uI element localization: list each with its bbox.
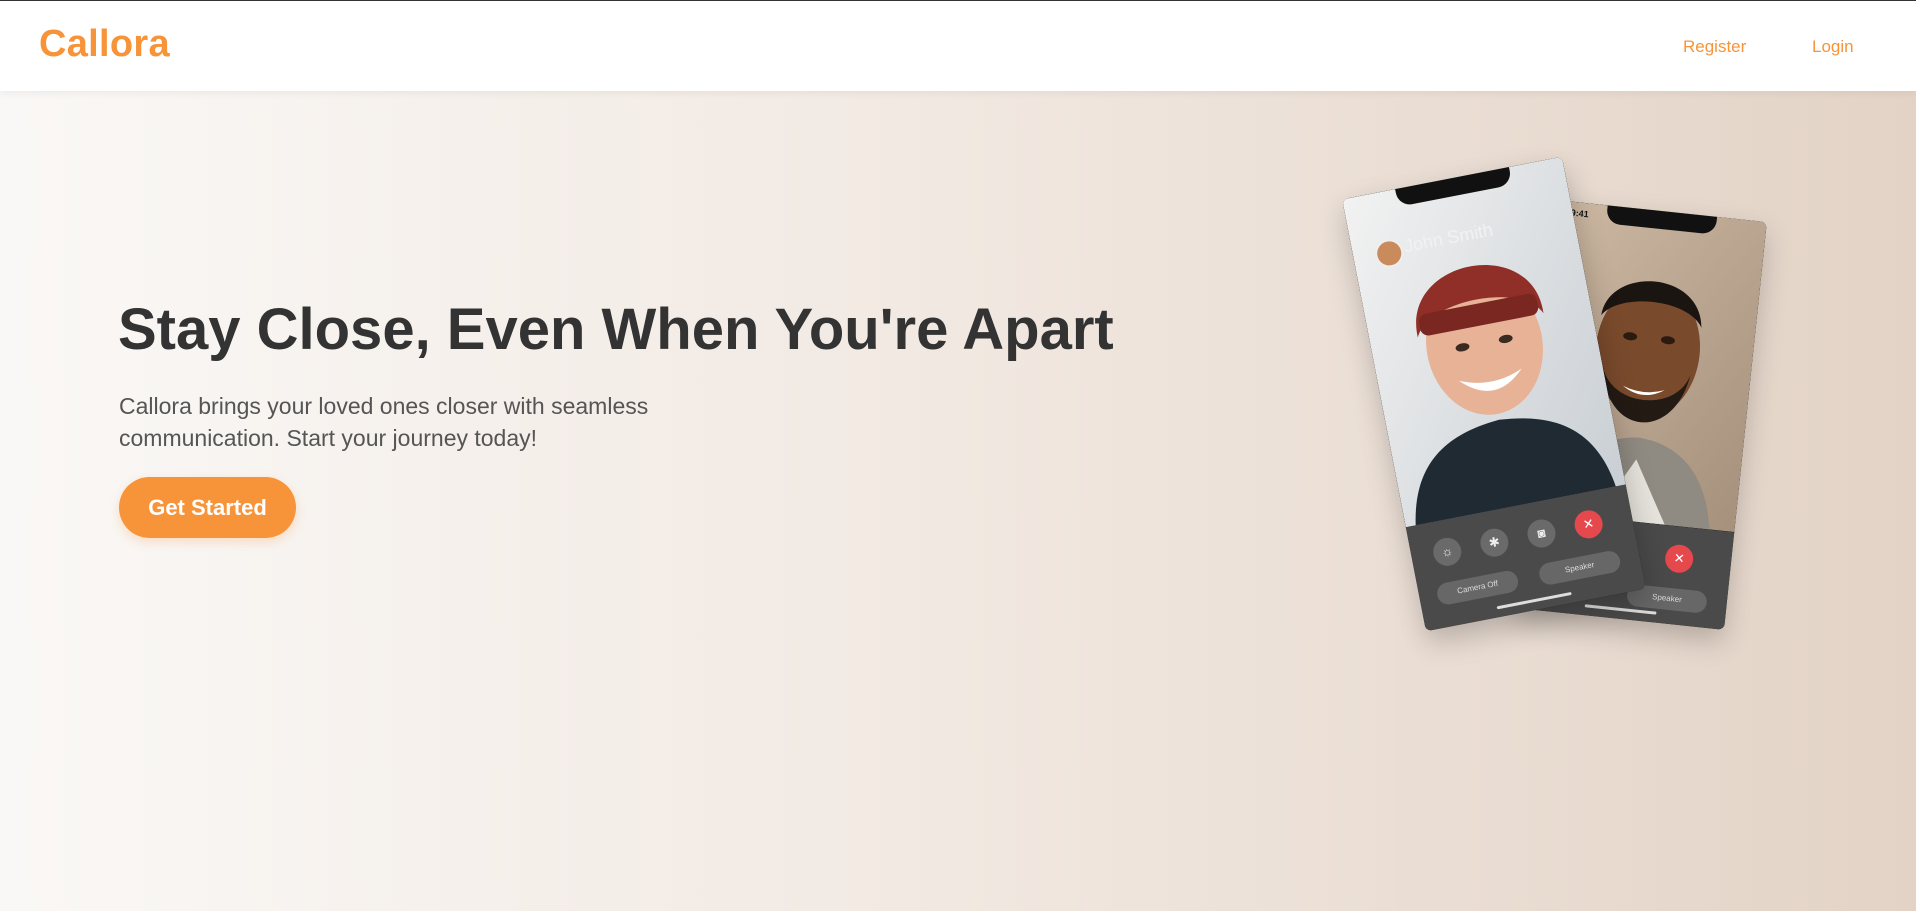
end-call-icon: ✕: [1572, 508, 1606, 542]
end-call-icon: ✕: [1663, 543, 1695, 574]
mute-icon: ✱: [1478, 526, 1511, 560]
brand-logo[interactable]: Callora: [39, 23, 170, 66]
hero-subtitle: Callora brings your loved ones closer wi…: [119, 393, 649, 451]
register-link[interactable]: Register: [1683, 37, 1746, 57]
effects-icon: ☼: [1430, 535, 1464, 569]
navbar: Callora Register Login: [0, 1, 1916, 91]
hero-title: Stay Close, Even When You're Apart: [118, 297, 1114, 362]
flip-icon: ◙: [1525, 517, 1558, 551]
get-started-button[interactable]: Get Started: [119, 477, 296, 538]
video-call-phones-image: 9:41 ✱ ◙ ✕ Speaker: [1340, 156, 1820, 650]
login-link[interactable]: Login: [1812, 37, 1854, 57]
camera-off-pill: Camera Off: [1435, 569, 1521, 607]
speaker-pill: Speaker: [1537, 549, 1623, 587]
